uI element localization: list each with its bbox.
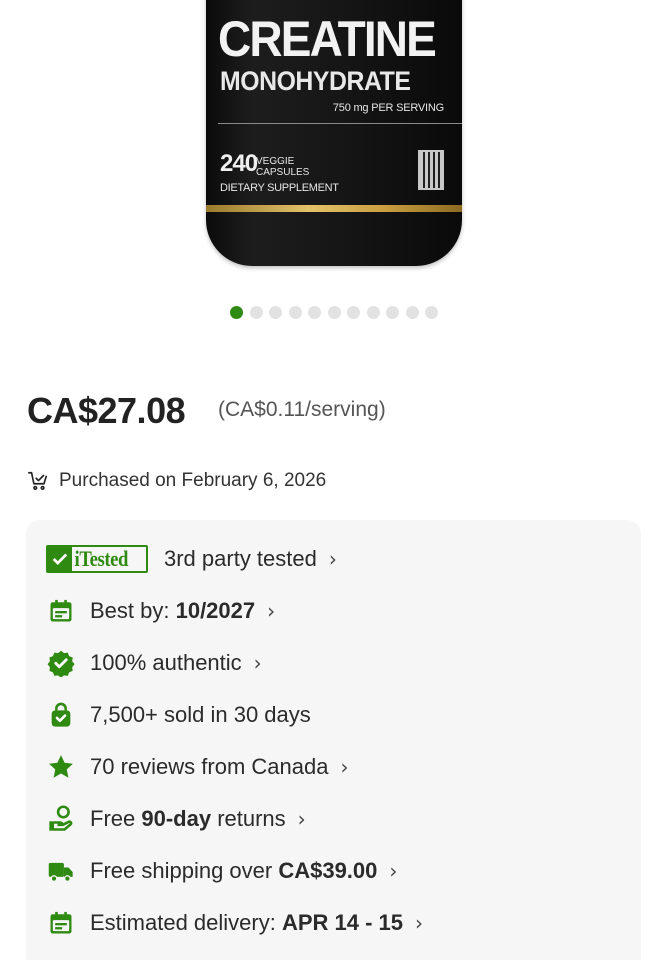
bottle-gold-band xyxy=(206,205,462,212)
row-authentic[interactable]: 100% authentic › xyxy=(46,646,262,680)
row-sold-count: 7,500+ sold in 30 days xyxy=(46,698,311,732)
carousel-dot[interactable] xyxy=(327,306,341,319)
purchase-history-note: Purchased on February 6, 2026 xyxy=(27,470,326,492)
itested-badge-icon: iTested xyxy=(46,545,148,573)
row-best-by[interactable]: Best by: 10/2027 › xyxy=(46,594,275,628)
row-text-pre: Free shipping over xyxy=(90,858,279,883)
itested-label: iTested xyxy=(74,546,129,571)
carousel-dot[interactable] xyxy=(249,306,263,319)
bottle-title: CREATINE xyxy=(218,11,437,67)
chevron-right-icon: › xyxy=(297,807,306,831)
carousel-dot[interactable] xyxy=(386,306,399,319)
row-text: 70 reviews from Canada xyxy=(90,754,329,779)
product-bottle-image: CREATINE MONOHYDRATE 750 mg PER SERVING … xyxy=(206,0,462,266)
row-text: 3rd party tested xyxy=(164,546,317,571)
carousel-dot[interactable] xyxy=(347,306,360,319)
chevron-right-icon: › xyxy=(340,755,349,779)
carousel-dot[interactable] xyxy=(230,306,243,319)
chevron-right-icon: › xyxy=(415,911,424,935)
bottle-subtitle: MONOHYDRATE xyxy=(220,66,411,96)
returns-hand-icon xyxy=(46,804,76,834)
cart-check-icon xyxy=(28,471,48,490)
row-text: 100% authentic xyxy=(90,650,242,675)
row-text-post: returns xyxy=(211,806,286,831)
returns-period: 90-day xyxy=(141,806,212,831)
chevron-right-icon: › xyxy=(267,599,276,623)
carousel-dot[interactable] xyxy=(425,306,438,319)
row-third-party-tested[interactable]: iTested 3rd party tested › xyxy=(46,542,337,576)
chevron-right-icon: › xyxy=(253,651,262,675)
calendar-icon xyxy=(46,908,76,938)
row-returns[interactable]: Free 90-day returns › xyxy=(46,802,306,836)
product-info-card: iTested 3rd party tested › Best by: 10/2… xyxy=(26,520,641,960)
bottle-divider xyxy=(218,123,462,124)
truck-icon xyxy=(46,856,76,886)
bottle-supplement-label: DIETARY SUPPLEMENT xyxy=(220,182,339,194)
verified-badge-icon xyxy=(46,648,76,678)
chevron-right-icon: › xyxy=(328,547,337,571)
best-by-date: 10/2027 xyxy=(175,598,256,623)
bottle-count: 240 xyxy=(220,150,258,177)
product-image[interactable]: CREATINE MONOHYDRATE 750 mg PER SERVING … xyxy=(0,0,667,290)
carousel-dot[interactable] xyxy=(308,306,321,319)
row-free-shipping[interactable]: Free shipping over CA$39.00 › xyxy=(46,854,397,888)
unit-price: (CA$0.11/serving) xyxy=(218,398,386,421)
carousel-dot[interactable] xyxy=(405,306,419,319)
star-icon xyxy=(46,752,76,782)
qr-code-icon xyxy=(418,150,444,190)
chevron-right-icon: › xyxy=(389,859,398,883)
calendar-icon xyxy=(46,596,76,626)
bottle-count-unit: VEGGIE CAPSULES xyxy=(256,156,310,178)
row-text: Best by: xyxy=(90,598,176,623)
carousel-indicator[interactable] xyxy=(230,306,438,319)
free-shipping-threshold: CA$39.00 xyxy=(278,858,378,883)
carousel-dot[interactable] xyxy=(288,306,302,319)
row-text-pre: Free xyxy=(90,806,142,831)
row-text: 7,500+ sold in 30 days xyxy=(90,702,311,727)
row-estimated-delivery[interactable]: Estimated delivery: APR 14 - 15 › xyxy=(46,906,423,940)
carousel-dot[interactable] xyxy=(366,306,380,319)
product-price: CA$27.08 xyxy=(27,390,186,431)
purchase-note-text: Purchased on February 6, 2026 xyxy=(59,470,327,491)
row-reviews[interactable]: 70 reviews from Canada › xyxy=(46,750,348,784)
row-text-pre: Estimated delivery: xyxy=(90,910,282,935)
delivery-date-range: APR 14 - 15 xyxy=(281,910,404,935)
carousel-dot[interactable] xyxy=(269,306,282,319)
shopping-bag-icon xyxy=(46,700,76,730)
bottle-serving: 750 mg PER SERVING xyxy=(332,102,444,114)
